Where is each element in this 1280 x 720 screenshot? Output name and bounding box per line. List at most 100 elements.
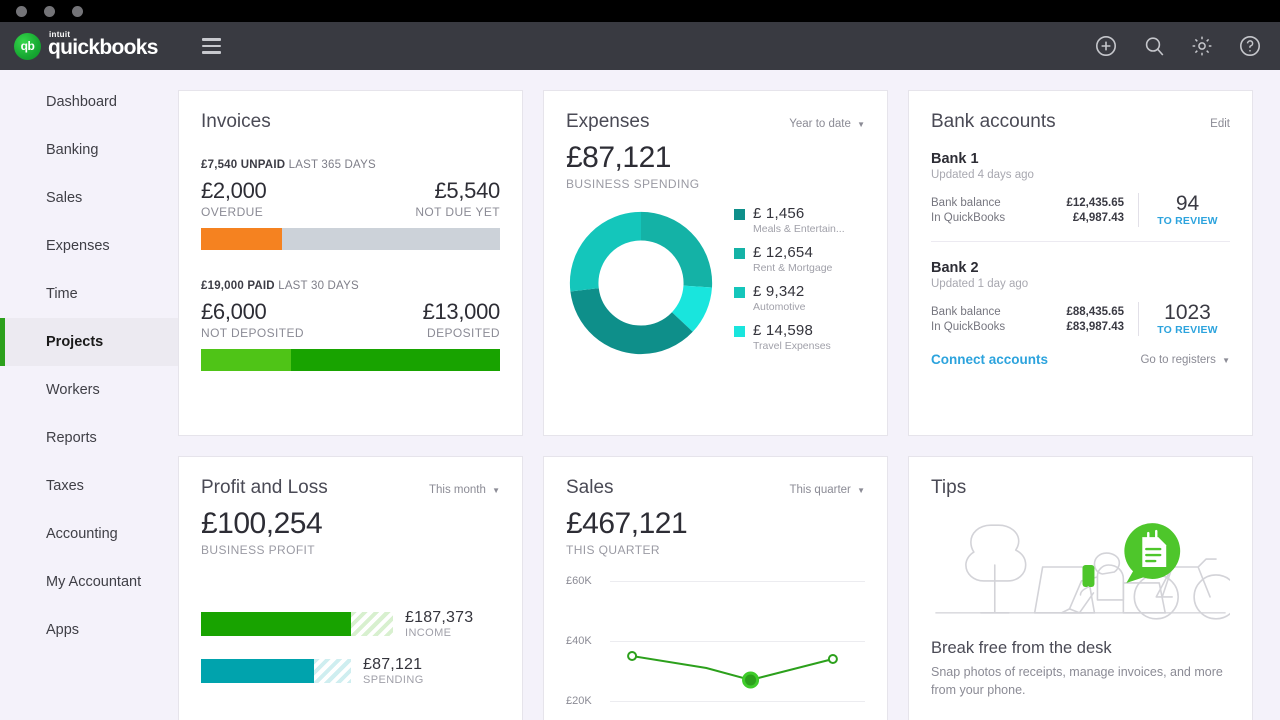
app-window: qb intuit quickbooks Dashboard Banking S…	[0, 0, 1280, 720]
chevron-down-icon: ▼	[1222, 355, 1230, 365]
bank-qb-label: In QuickBooks	[931, 320, 1006, 333]
sidebar-item-label: Apps	[46, 622, 80, 638]
sidebar-item-my-accountant[interactable]: My Accountant	[0, 558, 178, 606]
quickbooks-logo[interactable]: qb intuit quickbooks	[14, 30, 158, 60]
invoices-notdeposited-label: NOT DEPOSITED	[201, 326, 304, 340]
sidebar-item-label: Sales	[46, 190, 83, 206]
invoices-overdue-group: £2,000 OVERDUE	[201, 178, 267, 219]
tips-body: Snap photos of receipts, manage invoices…	[931, 665, 1223, 698]
sidebar-item-apps[interactable]: Apps	[0, 606, 178, 654]
invoices-unpaid-period: LAST 365 DAYS	[288, 159, 376, 171]
connect-accounts-link[interactable]: Connect accounts	[931, 352, 1048, 367]
sales-period-dropdown[interactable]: This quarter ▼	[790, 484, 865, 496]
profit-loss-period-dropdown[interactable]: This month ▼	[429, 484, 500, 496]
tips-title: Tips	[931, 477, 967, 498]
y-axis-tick: £40K	[566, 635, 592, 647]
donut-svg	[569, 211, 713, 355]
spending-bar-solid	[201, 659, 314, 683]
expenses-period-dropdown[interactable]: Year to date ▼	[789, 118, 865, 130]
invoices-paid-status: PAID	[247, 280, 275, 292]
expenses-amount: £87,121	[566, 141, 671, 174]
invoices-paid-bar[interactable]	[201, 349, 500, 371]
profit-loss-period-label: This month	[428, 484, 486, 496]
bank-review-button[interactable]: 94 TO REVIEW	[1138, 193, 1230, 227]
profit-loss-income-row[interactable]: £187,373 INCOME	[201, 609, 500, 639]
sales-point-highlighted[interactable]	[744, 673, 758, 687]
bank-balance-value: £12,435.65	[1066, 196, 1124, 209]
sidebar-item-sales[interactable]: Sales	[0, 174, 178, 222]
window-maximize-dot[interactable]	[72, 5, 83, 17]
bank-balance-value: £88,435.65	[1066, 305, 1124, 318]
profit-loss-bars: £187,373 INCOME £87,121 SPENDING	[201, 609, 500, 686]
brand-wordmark: intuit quickbooks	[48, 30, 158, 59]
bank-review-count: 1023	[1164, 301, 1211, 324]
sidebar-item-dashboard[interactable]: Dashboard	[0, 78, 178, 126]
bank-review-label: TO REVIEW	[1157, 324, 1218, 336]
sidebar-item-projects[interactable]: Projects	[0, 318, 178, 366]
go-to-registers-dropdown[interactable]: Go to registers ▼	[1140, 354, 1230, 366]
income-amount: £187,373	[405, 609, 474, 626]
sidebar-item-time[interactable]: Time	[0, 270, 178, 318]
sales-line-svg	[610, 573, 861, 720]
invoices-paid-amount: £19,000	[201, 280, 244, 292]
bank-balance-line: Bank balance £88,435.65	[931, 306, 1138, 318]
sales-title: Sales	[566, 477, 614, 498]
tips-card-header: Tips	[931, 477, 1230, 499]
invoices-notdue-group: £5,540 NOT DUE YET	[415, 178, 500, 219]
sidebar-item-accounting[interactable]: Accounting	[0, 510, 178, 558]
bank-card-footer: Connect accounts Go to registers ▼	[931, 352, 1230, 367]
bank-account-figures: Bank balance £12,435.65 In QuickBooks £4…	[931, 193, 1230, 227]
invoices-paid-values: £6,000 NOT DEPOSITED £13,000 DEPOSITED	[201, 299, 500, 340]
bank-review-button[interactable]: 1023 TO REVIEW	[1138, 302, 1230, 336]
search-icon[interactable]	[1142, 34, 1166, 58]
sidebar-item-expenses[interactable]: Expenses	[0, 222, 178, 270]
bank-balance-lines: Bank balance £88,435.65 In QuickBooks £8…	[931, 306, 1138, 333]
invoices-paid-period: LAST 30 DAYS	[278, 280, 359, 292]
bank-review-count: 94	[1175, 192, 1200, 215]
window-close-dot[interactable]	[16, 5, 27, 17]
bank-qb-value: £4,987.43	[1072, 211, 1124, 224]
expenses-period-label: Year to date	[789, 118, 851, 130]
sidebar-item-banking[interactable]: Banking	[0, 126, 178, 174]
sales-line-chart[interactable]: £60K £40K £20K	[566, 573, 865, 720]
sidebar-item-workers[interactable]: Workers	[0, 366, 178, 414]
legend-category: Meals & Entertain...	[753, 223, 845, 235]
sidebar-nav: Dashboard Banking Sales Expenses Time Pr…	[0, 70, 178, 720]
bank-card-header: Bank accounts Edit	[931, 111, 1230, 133]
bank-qb-line: In QuickBooks £4,987.43	[931, 212, 1138, 224]
y-axis-tick: £60K	[566, 575, 592, 587]
bank-edit-button[interactable]: Edit	[1210, 118, 1230, 130]
gear-icon[interactable]	[1190, 34, 1214, 58]
invoices-overdue-bar-segment	[201, 228, 282, 250]
legend-swatch-icon	[734, 209, 745, 220]
cards-grid: Invoices £7,540 UNPAID LAST 365 DAYS £2,…	[178, 90, 1253, 720]
legend-item: £ 14,598 Travel Expenses	[734, 322, 845, 352]
spending-bar-hatch	[314, 659, 351, 683]
invoices-unpaid-bar[interactable]	[201, 228, 500, 250]
invoices-notdue-bar-segment	[281, 228, 500, 250]
invoices-notdue-label: NOT DUE YET	[415, 205, 500, 219]
expenses-amount-label: BUSINESS SPENDING	[566, 177, 700, 191]
expenses-donut-chart[interactable]	[566, 208, 716, 358]
invoices-deposited-group: £13,000 DEPOSITED	[423, 299, 501, 340]
invoices-unpaid-summary: £7,540 UNPAID LAST 365 DAYS	[201, 159, 500, 171]
sidebar-item-taxes[interactable]: Taxes	[0, 462, 178, 510]
bank-account-name: Bank 2	[931, 260, 979, 276]
legend-swatch-icon	[734, 287, 745, 298]
plus-circle-icon[interactable]	[1094, 34, 1118, 58]
bank-account-updated: Updated 4 days ago	[931, 169, 1034, 181]
sidebar-item-reports[interactable]: Reports	[0, 414, 178, 462]
hamburger-menu-icon[interactable]	[201, 38, 221, 54]
profit-loss-spending-row[interactable]: £87,121 SPENDING	[201, 656, 500, 686]
help-icon[interactable]	[1238, 34, 1262, 58]
profit-loss-card: Profit and Loss This month ▼ £100,254 BU…	[178, 456, 523, 720]
invoices-title: Invoices	[201, 111, 271, 132]
chevron-down-icon: ▼	[857, 486, 865, 495]
legend-category: Travel Expenses	[753, 340, 831, 352]
sidebar-item-label: Expenses	[46, 238, 110, 254]
bank-account-row: Bank 1 Updated 4 days ago Bank balance £…	[931, 151, 1230, 227]
invoices-deposited-bar-segment	[290, 349, 500, 371]
window-minimize-dot[interactable]	[44, 5, 55, 17]
invoices-overdue-label: OVERDUE	[201, 205, 264, 219]
legend-text-group: £ 1,456 Meals & Entertain...	[753, 205, 845, 235]
